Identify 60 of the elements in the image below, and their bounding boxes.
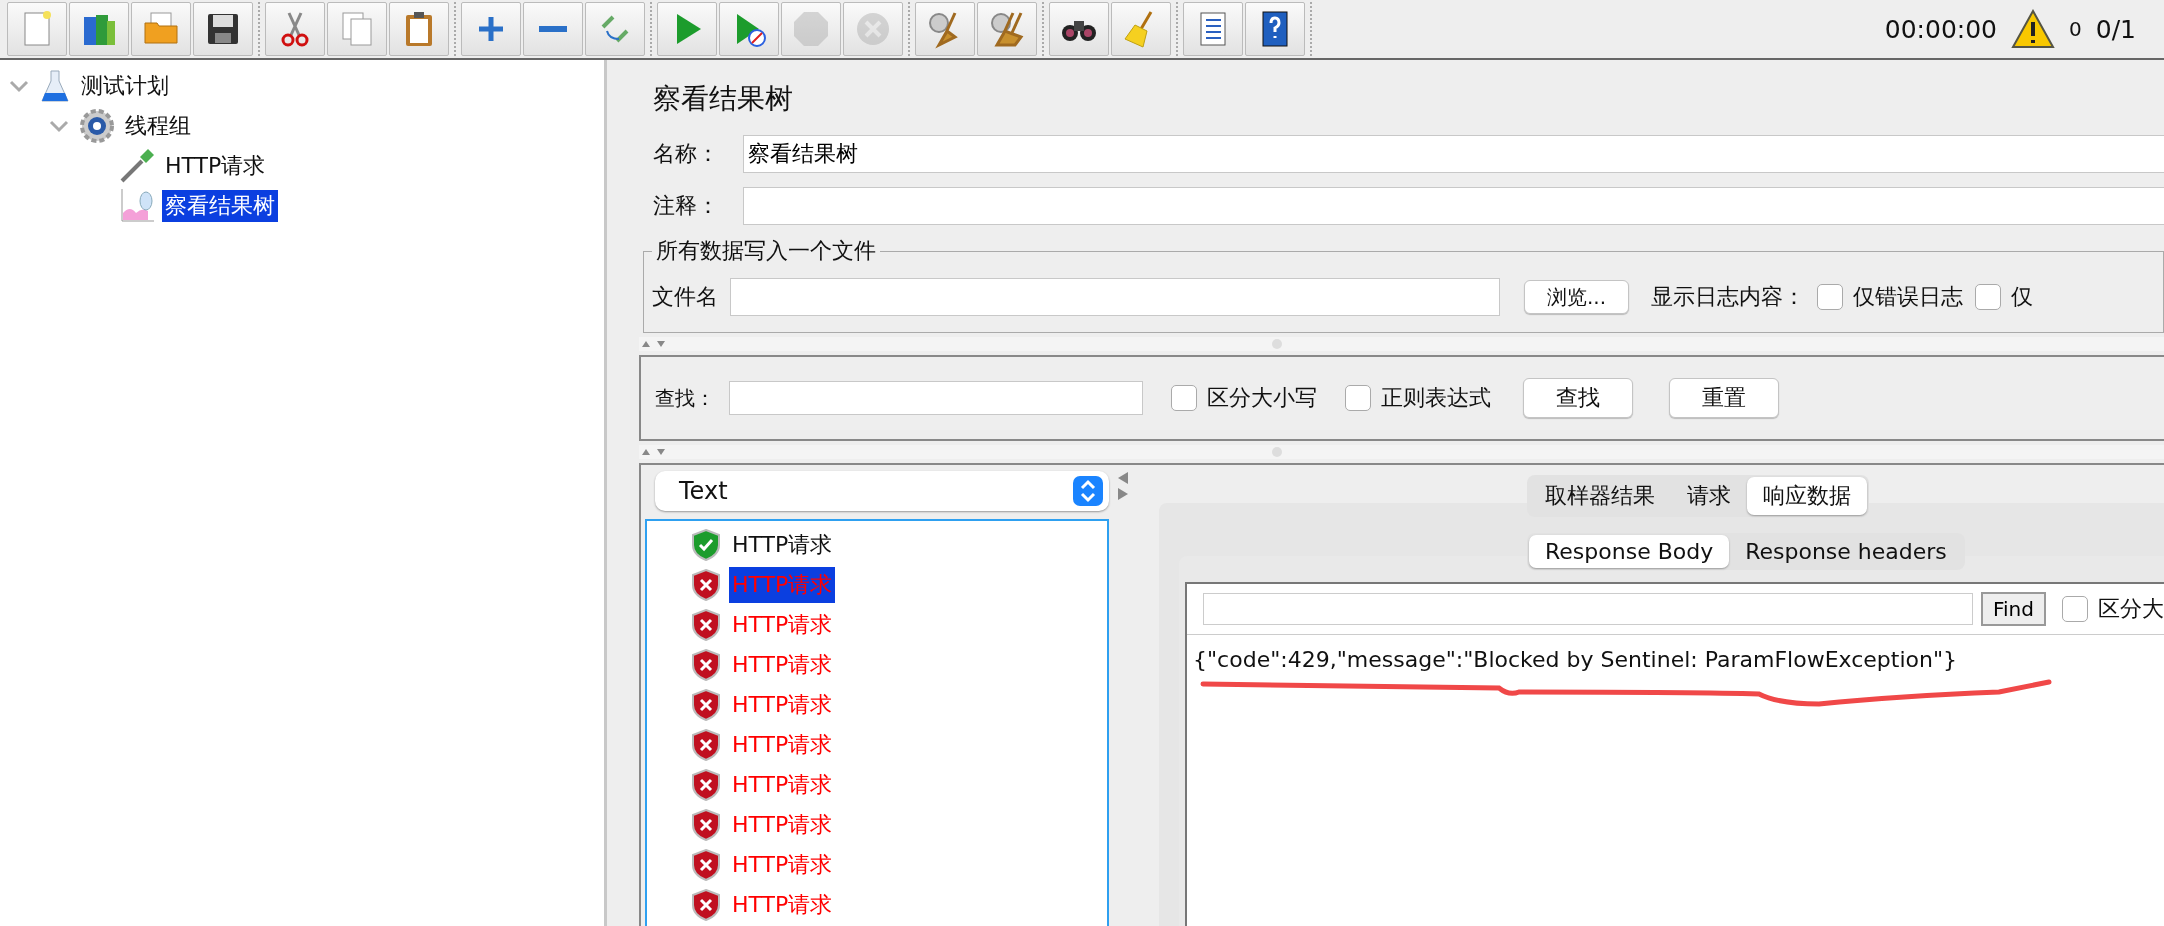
elapsed-time: 00:00:00: [1884, 14, 1998, 44]
right-arrow-icon[interactable]: [1116, 487, 1130, 501]
gear-icon: [78, 107, 116, 145]
search-button[interactable]: 查找: [1523, 378, 1633, 418]
left-arrow-icon[interactable]: [1116, 471, 1130, 485]
checkbox[interactable]: [1817, 284, 1844, 310]
find-button[interactable]: Find: [1981, 592, 2046, 626]
graph-icon: [118, 187, 156, 225]
find-field[interactable]: [1203, 593, 1973, 625]
toolbar-button[interactable]: [1049, 2, 1109, 56]
search-field[interactable]: [729, 381, 1143, 415]
renderer-select[interactable]: Text: [655, 471, 1109, 511]
tree-item[interactable]: 察看结果树: [162, 190, 278, 222]
checkbox-label: 仅: [2011, 283, 2034, 311]
warning-icon[interactable]: [2011, 9, 2056, 49]
checkbox[interactable]: [1975, 284, 2002, 310]
comment-field[interactable]: [743, 187, 2164, 225]
result-item[interactable]: HTTP请求: [729, 687, 836, 723]
result-item[interactable]: HTTP请求: [729, 847, 836, 883]
tab[interactable]: Response Body: [1529, 535, 1730, 568]
reset-button[interactable]: 重置: [1669, 378, 1779, 418]
field-label: 查找：: [655, 384, 715, 412]
result-item[interactable]: HTTP请求: [729, 607, 836, 643]
checkbox-label: 区分大: [2098, 595, 2164, 623]
tree-item[interactable]: 线程组: [122, 110, 194, 142]
toolbar-button[interactable]: [1245, 2, 1305, 56]
checkbox-label: 区分大小写: [1207, 384, 1317, 412]
field-label: 注释：: [653, 192, 720, 220]
result-item[interactable]: HTTP请求: [729, 767, 836, 803]
field-label: 名称：: [653, 140, 720, 168]
thread-count: 0/1: [2095, 14, 2136, 44]
toolbar-button[interactable]: [193, 2, 253, 56]
result-item[interactable]: HTTP请求: [729, 527, 836, 563]
group-title: 所有数据写入一个文件: [655, 237, 877, 265]
result-item[interactable]: HTTP请求: [729, 727, 836, 763]
flask-icon: [38, 69, 72, 103]
checkbox[interactable]: [1345, 385, 1371, 411]
tab[interactable]: 请求: [1671, 477, 1747, 515]
result-item[interactable]: HTTP请求: [729, 647, 836, 683]
checkbox-label: 仅错误日志: [1853, 283, 1964, 311]
name-field[interactable]: 察看结果树: [743, 135, 2164, 173]
field-label: 显示日志内容：: [1651, 283, 1806, 311]
tree-item[interactable]: 测试计划: [78, 70, 172, 102]
updown-icon: [1073, 476, 1103, 506]
panel-title: 察看结果树: [653, 81, 794, 117]
result-item[interactable]: HTTP请求: [729, 887, 836, 923]
tab[interactable]: Response headers: [1729, 535, 1963, 568]
field-label: 文件名: [652, 283, 718, 311]
tree-item[interactable]: HTTP请求: [162, 150, 269, 182]
filename-field[interactable]: [730, 278, 1500, 316]
dropper-icon: [118, 147, 156, 185]
result-item[interactable]: HTTP请求: [729, 807, 836, 843]
checkbox[interactable]: [2062, 596, 2088, 622]
tab[interactable]: 响应数据: [1747, 477, 1867, 515]
browse-button[interactable]: 浏览...: [1524, 280, 1630, 314]
checkbox-label: 正则表达式: [1381, 384, 1491, 412]
warning-count: 0: [2069, 17, 2082, 41]
response-body-text: {"code":429,"message":"Blocked by Sentinel: ParamFlowException"}: [1192, 646, 1959, 672]
tab[interactable]: 取样器结果: [1529, 477, 1671, 515]
checkbox[interactable]: [1171, 385, 1197, 411]
